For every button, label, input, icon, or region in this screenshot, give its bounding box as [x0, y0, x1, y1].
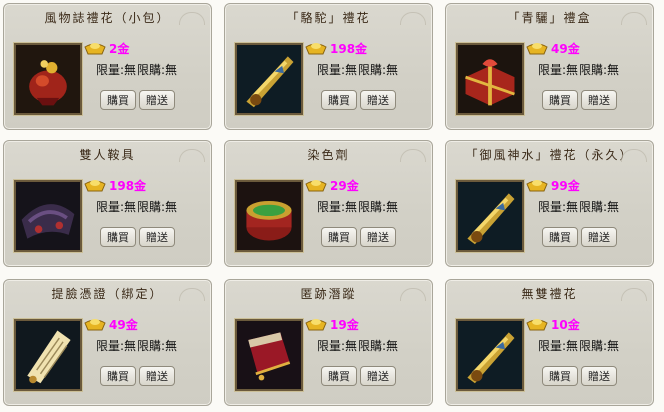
scroll-paper-icon[interactable]	[14, 319, 82, 391]
buy-button[interactable]: 購買	[321, 227, 357, 247]
buy-button[interactable]: 購買	[100, 227, 136, 247]
buy-button[interactable]: 購買	[100, 366, 136, 386]
buy-button[interactable]: 購買	[542, 227, 578, 247]
price: 49金	[84, 315, 138, 333]
price-value: 19金	[330, 317, 359, 332]
limit-text: 限量:無	[538, 200, 579, 214]
price-value: 49金	[551, 41, 580, 56]
gift-button[interactable]: 贈送	[581, 366, 617, 386]
limit-buy-text: 限購:無	[579, 63, 620, 77]
limit-buy-text: 限購:無	[358, 200, 399, 214]
saddle-icon[interactable]	[14, 180, 82, 252]
limit-text: 限量:無	[96, 200, 137, 214]
golden-scroll-icon[interactable]	[235, 43, 303, 115]
gift-button[interactable]: 贈送	[360, 227, 396, 247]
item-title: 雙人鞍具	[79, 148, 136, 162]
limit-text: 限量:無	[317, 63, 358, 77]
item-title: 風物誌禮花（小包）	[44, 11, 171, 25]
limit-buy-text: 限購:無	[137, 339, 178, 353]
gift-button[interactable]: 贈送	[139, 366, 175, 386]
gold-ingot-icon	[305, 43, 327, 55]
buy-button[interactable]: 購買	[100, 90, 136, 110]
price-value: 99金	[551, 178, 580, 193]
shop-item-card: 匿跡潛蹤 19金 限量:無 限購:無 購買 贈送	[224, 279, 433, 406]
buy-button[interactable]: 購買	[321, 90, 357, 110]
gift-button[interactable]: 贈送	[581, 90, 617, 110]
gold-ingot-icon	[305, 180, 327, 192]
shop-grid: 風物誌禮花（小包） 2金 限量:無 限購:無 購買 贈送 「駱駝」禮花 198金…	[0, 0, 664, 412]
item-title: 無雙禮花	[521, 287, 578, 301]
price-value: 198金	[330, 41, 368, 56]
gold-ingot-icon	[84, 319, 106, 331]
gold-ingot-icon	[526, 43, 548, 55]
price-value: 49金	[109, 317, 138, 332]
gift-button[interactable]: 贈送	[139, 90, 175, 110]
limit-text: 限量:無	[538, 63, 579, 77]
limit-text: 限量:無	[538, 339, 579, 353]
buy-button[interactable]: 購買	[542, 366, 578, 386]
item-title: 提臉憑證（綁定）	[51, 287, 164, 301]
item-title: 「駱駝」禮花	[286, 11, 371, 25]
gold-ingot-icon	[305, 319, 327, 331]
item-title: 「青驪」禮盒	[507, 11, 592, 25]
limit-buy-text: 限購:無	[137, 63, 178, 77]
limit-text: 限量:無	[96, 339, 137, 353]
item-title: 「御風神水」禮花（永久）	[465, 148, 634, 162]
price: 198金	[305, 39, 367, 57]
price-value: 29金	[330, 178, 359, 193]
limit-text: 限量:無	[317, 339, 358, 353]
limit-buy-text: 限購:無	[579, 200, 620, 214]
golden-scroll-icon[interactable]	[456, 319, 524, 391]
limit-text: 限量:無	[317, 200, 358, 214]
price-value: 198金	[109, 178, 147, 193]
gold-ingot-icon	[84, 43, 106, 55]
price: 10金	[526, 315, 580, 333]
limit-buy-text: 限購:無	[137, 200, 178, 214]
price: 198金	[84, 176, 146, 194]
shop-item-card: 「駱駝」禮花 198金 限量:無 限購:無 購買 贈送	[224, 3, 433, 130]
limit-buy-text: 限購:無	[579, 339, 620, 353]
firework-bundle-icon[interactable]	[14, 43, 82, 115]
red-pouch-icon[interactable]	[235, 319, 303, 391]
shop-item-card: 染色劑 29金 限量:無 限購:無 購買 贈送	[224, 140, 433, 267]
limit-buy-text: 限購:無	[358, 63, 399, 77]
dye-jar-icon[interactable]	[235, 180, 303, 252]
price: 99金	[526, 176, 580, 194]
buy-button[interactable]: 購買	[321, 366, 357, 386]
gold-ingot-icon	[526, 180, 548, 192]
gold-ingot-icon	[526, 319, 548, 331]
price-value: 10金	[551, 317, 580, 332]
price-value: 2金	[109, 41, 130, 56]
shop-item-card: 雙人鞍具 198金 限量:無 限購:無 購買 贈送	[3, 140, 212, 267]
shop-item-card: 提臉憑證（綁定） 49金 限量:無 限購:無 購買 贈送	[3, 279, 212, 406]
shop-item-card: 無雙禮花 10金 限量:無 限購:無 購買 贈送	[445, 279, 654, 406]
item-title: 染色劑	[307, 148, 350, 162]
gift-button[interactable]: 贈送	[360, 90, 396, 110]
gift-button[interactable]: 贈送	[581, 227, 617, 247]
buy-button[interactable]: 購買	[542, 90, 578, 110]
shop-item-card: 「青驪」禮盒 49金 限量:無 限購:無 購買 贈送	[445, 3, 654, 130]
shop-item-card: 「御風神水」禮花（永久） 99金 限量:無 限購:無 購買 贈送	[445, 140, 654, 267]
gold-ingot-icon	[84, 180, 106, 192]
gift-box-icon[interactable]	[456, 43, 524, 115]
limit-buy-text: 限購:無	[358, 339, 399, 353]
gift-button[interactable]: 贈送	[360, 366, 396, 386]
shop-item-card: 風物誌禮花（小包） 2金 限量:無 限購:無 購買 贈送	[3, 3, 212, 130]
price: 2金	[84, 39, 129, 57]
price: 29金	[305, 176, 359, 194]
price: 19金	[305, 315, 359, 333]
item-title: 匿跡潛蹤	[300, 287, 357, 301]
price: 49金	[526, 39, 580, 57]
gift-button[interactable]: 贈送	[139, 227, 175, 247]
limit-text: 限量:無	[96, 63, 137, 77]
golden-scroll-icon[interactable]	[456, 180, 524, 252]
